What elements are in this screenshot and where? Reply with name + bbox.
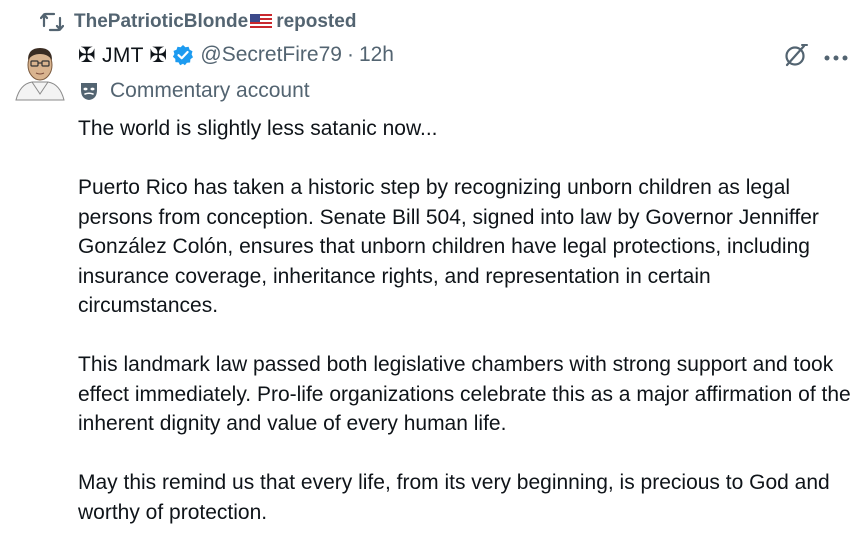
account-label-text: Commentary account — [110, 79, 310, 102]
tweet-paragraph: Puerto Rico has taken a historic step by… — [78, 176, 819, 317]
post-time[interactable]: 12h — [359, 43, 394, 67]
header-separator: · — [346, 43, 354, 66]
tweet-header: ✠ JMT ✠ @SecretFire79 · 12h — [78, 38, 855, 72]
tweet: ✠ JMT ✠ @SecretFire79 · 12h Commentary a… — [78, 38, 855, 527]
author-handle[interactable]: @SecretFire79 — [200, 43, 342, 67]
tweet-text: The world is slightly less satanic now..… — [78, 114, 855, 527]
more-icon[interactable] — [823, 49, 849, 67]
grok-icon[interactable] — [783, 42, 809, 73]
us-flag-icon — [250, 14, 273, 28]
account-label: Commentary account — [78, 76, 855, 106]
repost-suffix: reposted — [276, 11, 357, 32]
theater-mask-icon — [81, 83, 97, 100]
repost-username: ThePatrioticBlonde — [74, 11, 249, 32]
repost-header: ThePatrioticBlonde reposted — [40, 8, 356, 36]
tweet-paragraph: The world is slightly less satanic now..… — [78, 117, 438, 140]
repost-icon — [40, 11, 64, 33]
verified-badge-icon[interactable] — [172, 44, 194, 66]
author-display-name[interactable]: ✠ JMT ✠ — [78, 43, 167, 68]
repost-username-link[interactable]: ThePatrioticBlonde — [74, 11, 273, 33]
tweet-paragraph: This landmark law passed both legislativ… — [78, 353, 851, 435]
header-actions — [783, 42, 849, 73]
avatar[interactable] — [10, 40, 70, 102]
tweet-paragraph: May this remind us that every life, from… — [78, 471, 830, 524]
